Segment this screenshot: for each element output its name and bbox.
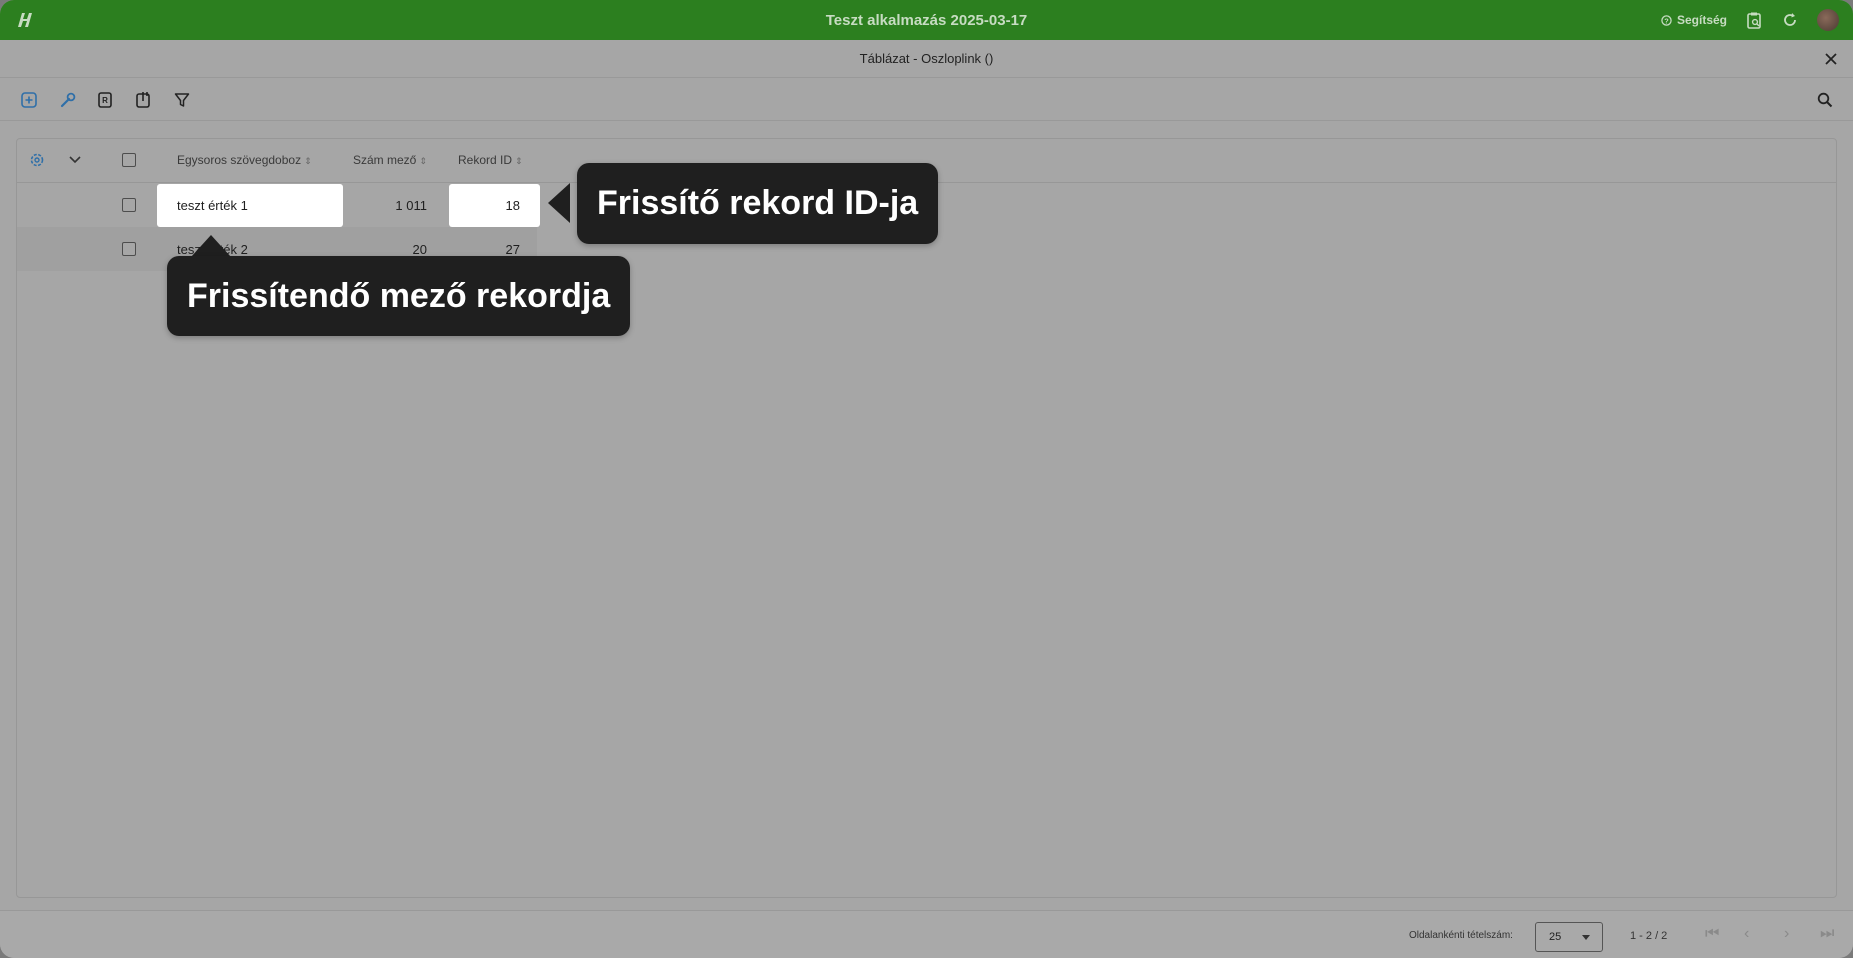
svg-text:?: ?: [1664, 16, 1669, 25]
callout-record-id: Frissítő rekord ID-ja: [577, 163, 939, 244]
import-icon: [136, 92, 150, 108]
export-icon: R: [98, 92, 112, 108]
select-all-checkbox[interactable]: [122, 153, 136, 167]
prev-page-icon[interactable]: ‹: [1744, 925, 1749, 943]
filter-button[interactable]: [171, 89, 193, 111]
app-logo-icon[interactable]: [14, 10, 36, 30]
column-header-text[interactable]: Egysoros szövegdoboz ⇕: [177, 153, 312, 167]
page-title: Táblázat - Oszloplink (): [859, 51, 994, 66]
callout-arrow: [548, 183, 570, 223]
app-header: Teszt alkalmazás 2025-03-17 ? Segítség: [0, 0, 1853, 40]
sort-icon: ⇕: [515, 156, 523, 166]
sort-icon: ⇕: [304, 156, 312, 166]
column-header-record-id[interactable]: Rekord ID ⇕: [458, 153, 523, 167]
row-checkbox[interactable]: [122, 198, 136, 212]
sort-icon: ⇕: [419, 156, 427, 166]
help-icon: ?: [1661, 14, 1672, 26]
pagination-bar: Oldalankénti tételszám: 25 1 - 2 / 2 ⏮ ‹…: [0, 910, 1853, 958]
data-table: Egysoros szövegdoboz ⇕ Szám mező ⇕ Rekord …: [16, 138, 1837, 898]
table-row[interactable]: teszt érték 1 1 011 18: [17, 183, 540, 227]
cell-text[interactable]: teszt érték 1: [157, 184, 343, 227]
header-actions: ? Segítség: [1661, 0, 1839, 40]
avatar[interactable]: [1817, 9, 1839, 31]
dropdown-caret-icon: [1582, 935, 1590, 940]
column-settings-icon[interactable]: [29, 152, 45, 168]
chevron-down-icon[interactable]: [68, 154, 82, 166]
callout-arrow: [191, 235, 231, 257]
help-label: Segítség: [1676, 13, 1727, 27]
search-button[interactable]: [1814, 89, 1836, 111]
help-button[interactable]: ? Segítség: [1661, 13, 1727, 27]
page-range: 1 - 2 / 2: [1630, 930, 1668, 942]
svg-text:R: R: [102, 96, 108, 105]
export-button[interactable]: R: [94, 89, 116, 111]
toolbar: R: [0, 79, 1853, 121]
page-subheader: Táblázat - Oszloplink (): [0, 40, 1853, 78]
cell-record-id[interactable]: 18: [449, 184, 540, 227]
clipboard-search-icon[interactable]: [1745, 11, 1763, 29]
app-window: Teszt alkalmazás 2025-03-17 ? Segítség T…: [0, 0, 1853, 958]
search-icon: [1817, 92, 1833, 108]
add-button[interactable]: [18, 89, 40, 111]
app-title: Teszt alkalmazás 2025-03-17: [825, 11, 1028, 29]
add-icon: [21, 92, 37, 108]
import-button[interactable]: [132, 89, 154, 111]
last-page-icon[interactable]: ⏭: [1820, 925, 1834, 943]
row-checkbox[interactable]: [122, 242, 136, 256]
filter-icon: [174, 93, 190, 107]
next-page-icon[interactable]: ›: [1784, 925, 1789, 943]
column-header-number[interactable]: Szám mező ⇕: [353, 153, 427, 167]
refresh-icon[interactable]: [1781, 11, 1799, 29]
per-page-label: Oldalankénti tételszám:: [1409, 930, 1513, 941]
callout-field-record: Frissítendő mező rekordja: [167, 256, 631, 336]
wrench-icon: [60, 92, 76, 108]
settings-button[interactable]: [57, 89, 79, 111]
cell-number[interactable]: 1 011: [347, 183, 427, 227]
first-page-icon[interactable]: ⏮: [1705, 925, 1719, 943]
per-page-select[interactable]: 25: [1535, 922, 1603, 952]
close-icon[interactable]: [1821, 49, 1841, 69]
